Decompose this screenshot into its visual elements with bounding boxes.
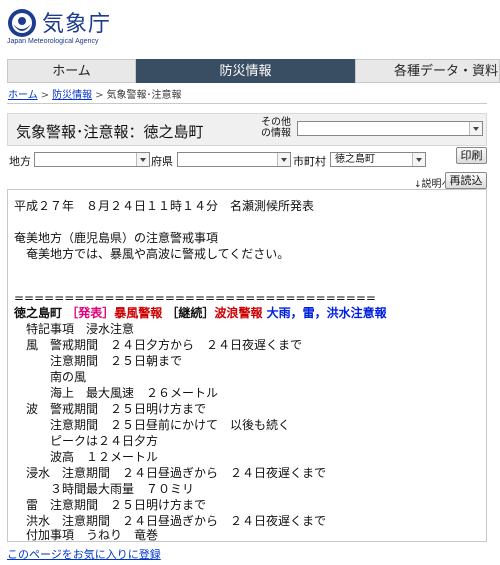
city-label: 市町村: [293, 155, 326, 168]
print-button[interactable]: 印刷: [456, 147, 487, 164]
warning-storm: 暴風警報: [114, 306, 163, 320]
breadcrumb-separator: >: [95, 90, 104, 101]
issued-tag: ［発表］: [66, 306, 115, 320]
title-bar: 気象警報･注意報：徳之島町 その他 の情報: [7, 113, 487, 146]
chevron-down-icon: [277, 153, 290, 166]
region-select[interactable]: [34, 152, 150, 167]
chevron-down-icon: [469, 122, 482, 135]
divider: [7, 103, 487, 104]
detail-line: 注意期間 ２５日昼前にかけて 以後も続く: [14, 418, 291, 432]
reload-button[interactable]: 再読込: [445, 172, 487, 189]
other-info-label-line2: の情報: [261, 128, 291, 139]
jma-logo-icon[interactable]: [7, 8, 37, 38]
summary-text: 奄美地方では、暴風や高波に警戒してください。: [14, 247, 290, 261]
nav-tab-disaster-info[interactable]: 防災情報: [136, 59, 355, 83]
detail-line: ピークは２４日夕方: [14, 434, 159, 448]
detail-line: 付加事項 うねり 竜巻: [14, 528, 159, 542]
prefecture-select[interactable]: [177, 152, 291, 167]
bookmark-link[interactable]: このページをお気に入りに登録: [7, 546, 161, 562]
detail-line: 特記事項 浸水注意: [14, 322, 135, 336]
heading-text: 奄美地方（鹿児島県）の注意警戒事項: [14, 231, 219, 245]
other-info-label-line1: その他: [261, 117, 291, 128]
city-select[interactable]: 徳之島町: [330, 152, 426, 167]
global-nav: ホーム 防災情報 各種データ・資料: [7, 59, 500, 83]
warning-content-box: 平成２７年 ８月２４日１１時１４分 名瀬測候所発表 奄美地方（鹿児島県）の注意警…: [7, 189, 487, 542]
chevron-down-icon: [412, 153, 425, 166]
detail-line: ３時間最大雨量 ７０ミリ: [14, 482, 195, 496]
detail-line: 波高 １２メートル: [14, 450, 159, 464]
page-title: 気象警報･注意報：徳之島町: [16, 123, 204, 141]
divider-text: ====================================: [14, 291, 376, 305]
detail-line: 波 警戒期間 ２５日明け方まで: [14, 402, 207, 416]
other-info-label: その他 の情報: [261, 117, 291, 139]
other-info-select[interactable]: [297, 121, 483, 136]
prefecture-label: 府県: [151, 155, 173, 168]
site-header: 気象庁 Japan Meteorological Agency: [0, 0, 500, 55]
continued-tag: ［継続］: [166, 306, 215, 320]
detail-line: 雷 注意期間 ２５日明け方まで: [14, 498, 207, 512]
detail-line: 風 警戒期間 ２４日夕方から ２４日夜遅くまで: [14, 338, 303, 352]
logo-text-en: Japan Meteorological Agency: [7, 38, 99, 45]
city-select-value: 徳之島町: [335, 154, 375, 165]
area-filter-row: 地方 府県 市町村 徳之島町 印刷: [7, 147, 487, 172]
nav-tab-data[interactable]: 各種データ・資料: [355, 59, 500, 83]
breadcrumb-current: 気象警報･注意報: [106, 90, 182, 101]
town-name: 徳之島町: [14, 306, 63, 320]
issued-text: 平成２７年 ８月２４日１１時１４分 名瀬測候所発表: [14, 199, 315, 213]
region-label: 地方: [9, 155, 31, 168]
warning-waves: 波浪警報: [214, 306, 263, 320]
detail-line: 海上 最大風速 ２６メートル: [14, 386, 219, 400]
town-warning-line: 徳之島町 ［発表］暴風警報 ［継続］波浪警報 大雨，雷，洪水注意報: [14, 305, 387, 321]
advisory-list: 大雨，雷，洪水注意報: [266, 306, 387, 320]
breadcrumb-separator: >: [40, 90, 50, 101]
detail-line: 南の風: [14, 370, 87, 384]
nav-tab-home[interactable]: ホーム: [7, 59, 136, 83]
detail-line: 浸水 注意期間 ２４日昼過ぎから ２４日夜遅くまで: [14, 466, 327, 480]
breadcrumb-home-link[interactable]: ホーム: [8, 90, 38, 101]
detail-line: 注意期間 ２５日朝まで: [14, 354, 183, 368]
breadcrumb-disaster-link[interactable]: 防災情報: [52, 90, 92, 101]
logo-text-jp[interactable]: 気象庁: [42, 6, 111, 38]
breadcrumb: ホーム > 防災情報 > 気象警報･注意報: [8, 86, 181, 101]
chevron-down-icon: [136, 153, 149, 166]
